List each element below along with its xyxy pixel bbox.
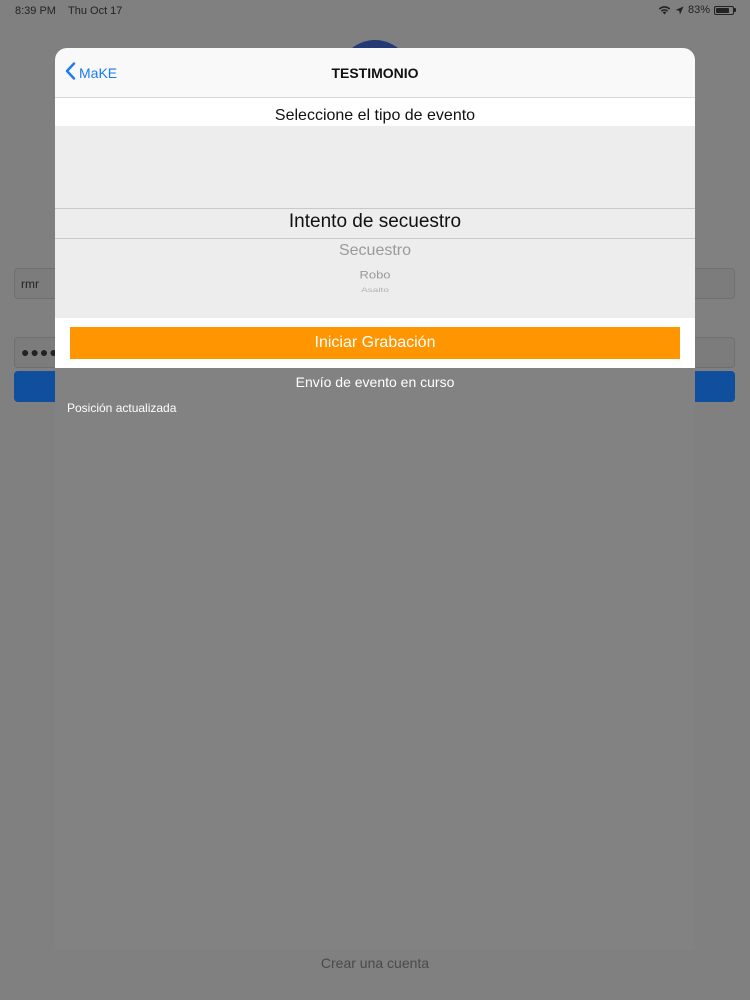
battery-fill [716, 7, 730, 13]
battery-percent: 83% [687, 4, 710, 16]
username-value: rmr [21, 277, 39, 291]
picker-selected-option[interactable]: Intento de secuestro [55, 211, 695, 233]
back-label: MaKE [79, 64, 118, 81]
status-date: Thu Oct 17 [68, 5, 123, 17]
chevron-left-icon [65, 62, 76, 83]
picker-option[interactable]: Robo [55, 268, 695, 281]
battery-nub [734, 8, 736, 12]
status-indicators: 83% [658, 4, 736, 16]
navigation-bar: MaKE TESTIMONIO [55, 48, 695, 98]
testimonio-modal: MaKE TESTIMONIO Seleccione el tipo de ev… [55, 48, 695, 950]
record-section: Iniciar Grabación [55, 318, 695, 368]
picker-option[interactable]: Secuestro [55, 242, 695, 260]
position-status-text: Posición actualizada [67, 401, 177, 415]
status-time: 8:39 PM [15, 5, 56, 17]
location-arrow-icon [675, 6, 684, 15]
picker-header: Seleccione el tipo de evento [55, 98, 695, 126]
picker-option[interactable]: Asalto [55, 287, 695, 294]
page-title: TESTIMONIO [331, 65, 419, 81]
picker-selection-line-bottom [55, 238, 695, 239]
battery-body [714, 5, 734, 15]
wifi-icon [658, 5, 671, 15]
sending-status-text: Envío de evento en curso [295, 374, 455, 390]
status-bar: 8:39 PM Thu Oct 17 83% [0, 0, 750, 22]
start-recording-button[interactable]: Iniciar Grabación [70, 327, 680, 359]
back-button[interactable]: MaKE [65, 62, 117, 83]
picker-selection-line-top [55, 208, 695, 209]
create-account-link[interactable]: Crear una cuenta [0, 955, 750, 971]
battery-icon [714, 5, 736, 15]
